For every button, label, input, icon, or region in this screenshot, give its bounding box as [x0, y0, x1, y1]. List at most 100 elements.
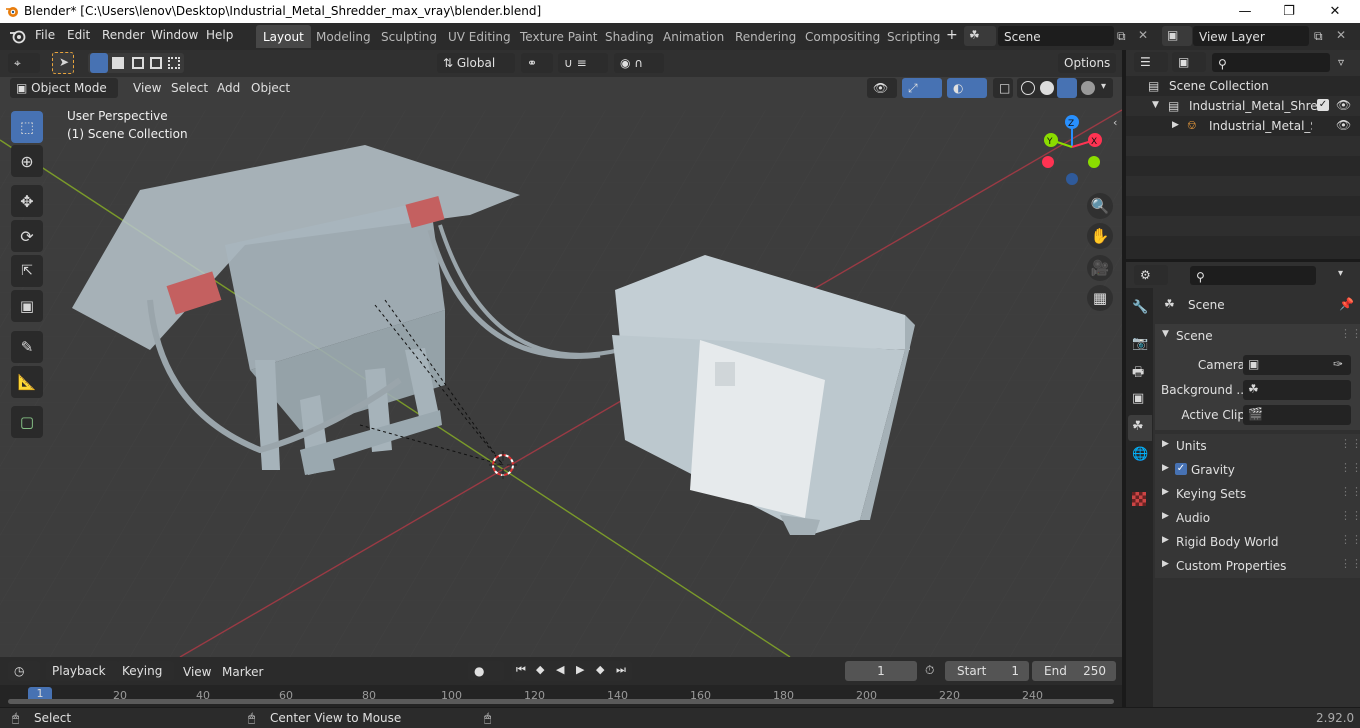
timeline-scrollbar[interactable]	[8, 699, 1114, 704]
drag-handle-icon[interactable]: ⋮⋮	[1340, 557, 1360, 570]
tool-measure[interactable]: 📐	[11, 366, 43, 398]
tab-animation[interactable]: Animation	[656, 25, 731, 48]
tab-compositing[interactable]: Compositing	[798, 25, 887, 48]
tab-modeling[interactable]: Modeling	[309, 25, 378, 48]
jump-end-icon[interactable]: ⏭	[616, 663, 626, 677]
tool-rotate[interactable]: ⟳	[11, 220, 43, 252]
eyedropper-icon[interactable]: ✑	[1333, 357, 1343, 371]
select-intersect-icon[interactable]	[168, 57, 180, 69]
duplicate-view-layer-icon[interactable]: ⧉	[1314, 29, 1323, 44]
navigation-gizmo[interactable]: Z X Y	[1030, 112, 1115, 190]
active-clip-field[interactable]: 🎬	[1243, 405, 1351, 425]
tool-move[interactable]: ✥	[11, 185, 43, 217]
3d-viewport[interactable]: ⌖ ➤ ⇅ Global ⚭ ∪ ≡ ◉ ∩ Options ▣ Object …	[0, 50, 1122, 657]
select-new-icon[interactable]	[90, 53, 108, 73]
tool-add-cube[interactable]: ▢	[11, 406, 43, 438]
drag-handle-icon[interactable]: ⋮⋮	[1340, 327, 1360, 340]
menu-window[interactable]: Window	[151, 28, 198, 42]
playback-dropdown[interactable]: Playback	[46, 661, 120, 681]
panel-audio[interactable]: ▶ Audio ⋮⋮	[1155, 506, 1360, 530]
transform-orientation-dropdown[interactable]: ⇅ Global	[437, 53, 515, 73]
solid-shading-icon[interactable]	[1040, 81, 1054, 95]
tool-scale[interactable]: ⇱	[11, 255, 43, 287]
properties-search-input[interactable]: ⚲	[1190, 266, 1316, 285]
panel-units[interactable]: ▶ Units ⋮⋮	[1155, 434, 1360, 458]
select-tool-button[interactable]: ➤	[52, 52, 74, 74]
select-extend-icon[interactable]	[112, 57, 124, 69]
tool-select-box[interactable]: ⬚	[11, 111, 43, 143]
timeline-editor-type-dropdown[interactable]: ◷	[8, 661, 40, 681]
tab-scripting[interactable]: Scripting	[880, 25, 947, 48]
jump-start-icon[interactable]: ⏮	[516, 663, 526, 677]
camera-view-button[interactable]: 🎥	[1087, 255, 1113, 281]
outliner-editor-type-dropdown[interactable]: ☰	[1134, 52, 1168, 72]
select-subtract-icon[interactable]	[132, 57, 144, 69]
collection-visibility-eye-icon[interactable]: 👁	[1336, 98, 1351, 112]
menu-view[interactable]: View	[133, 81, 161, 95]
menu-select[interactable]: Select	[171, 81, 208, 95]
xray-toggle[interactable]: □	[993, 78, 1013, 98]
shading-options-chevron-icon[interactable]: ▾	[1101, 81, 1106, 92]
expand-right-icon[interactable]: ▶	[1172, 120, 1179, 130]
scene-name-field[interactable]: Scene	[998, 26, 1114, 46]
menu-edit[interactable]: Edit	[67, 28, 90, 42]
menu-help[interactable]: Help	[206, 28, 233, 42]
render-tab-icon[interactable]: 📷	[1132, 336, 1148, 351]
prev-keyframe-icon[interactable]: ◆	[536, 663, 544, 676]
tool-settings-tab-icon[interactable]: 🔧	[1132, 300, 1148, 315]
outliner-search-input[interactable]: ⚲	[1212, 53, 1330, 72]
properties-options-chevron-icon[interactable]: ▾	[1338, 268, 1343, 279]
mode-dropdown[interactable]: ▣ Object Mode	[10, 78, 118, 98]
panel-keying-sets[interactable]: ▶ Keying Sets ⋮⋮	[1155, 482, 1360, 506]
menu-add[interactable]: Add	[217, 81, 240, 95]
properties-editor-type-dropdown[interactable]: ⚙	[1134, 265, 1168, 285]
outliner-row-collection[interactable]: ▼ ▤ Industrial_Metal_Shredde ✓ 👁	[1126, 96, 1360, 116]
proportional-editing-toggle[interactable]: ◉ ∩	[614, 53, 664, 73]
tab-sculpting[interactable]: Sculpting	[374, 25, 444, 48]
scene-tab-icon[interactable]: ☘	[1132, 419, 1144, 434]
editor-type-dropdown[interactable]: ⌖	[8, 53, 40, 73]
tool-annotate[interactable]: ✎	[11, 331, 43, 363]
background-scene-field[interactable]: ☘	[1243, 380, 1351, 400]
delete-view-layer-icon[interactable]: ✕	[1336, 28, 1346, 42]
filter-icon[interactable]: ▿	[1338, 55, 1344, 69]
maximize-button[interactable]: ❐	[1266, 0, 1312, 23]
material-preview-shading-icon[interactable]	[1057, 78, 1077, 98]
object-visibility-eye-icon[interactable]: 👁	[1336, 118, 1351, 132]
view-layer-tab-icon[interactable]: ▣	[1132, 391, 1144, 406]
rendered-shading-icon[interactable]	[1081, 81, 1095, 95]
stopwatch-icon[interactable]: ⏱	[925, 663, 934, 678]
texture-tab-icon[interactable]	[1132, 492, 1146, 506]
minimize-button[interactable]: —	[1222, 0, 1268, 23]
tab-layout[interactable]: Layout	[256, 25, 311, 48]
wireframe-shading-icon[interactable]	[1021, 81, 1035, 95]
auto-keying-toggle[interactable]: ●	[468, 661, 504, 681]
collection-checkbox[interactable]: ✓	[1317, 99, 1329, 111]
gravity-checkbox[interactable]: ✓	[1175, 463, 1187, 475]
play-reverse-icon[interactable]: ◀	[556, 663, 564, 676]
panel-custom-properties[interactable]: ▶ Custom Properties ⋮⋮	[1155, 554, 1360, 578]
scene-type-button[interactable]: ☘	[964, 26, 996, 46]
tab-rendering[interactable]: Rendering	[728, 25, 803, 48]
next-keyframe-icon[interactable]: ◆	[596, 663, 604, 676]
toggle-perspective-button[interactable]: ▦	[1087, 285, 1113, 311]
tab-texture-paint[interactable]: Texture Paint	[513, 25, 604, 48]
tool-transform[interactable]: ▣	[11, 290, 43, 322]
menu-object[interactable]: Object	[251, 81, 290, 95]
end-frame-field[interactable]: End 250	[1032, 661, 1116, 681]
scene-panel-header[interactable]: ▼ Scene ⋮⋮	[1155, 324, 1360, 348]
zoom-button[interactable]: 🔍	[1087, 193, 1113, 219]
drag-handle-icon[interactable]: ⋮⋮	[1340, 509, 1360, 522]
add-workspace-button[interactable]: +	[946, 27, 958, 43]
timeline-view-menu[interactable]: View	[183, 665, 211, 679]
drag-handle-icon[interactable]: ⋮⋮	[1340, 533, 1360, 546]
overlays-toggle[interactable]: ◐	[947, 78, 987, 98]
play-icon[interactable]: ▶	[576, 663, 584, 676]
start-frame-field[interactable]: Start 1	[945, 661, 1029, 681]
drag-handle-icon[interactable]: ⋮⋮	[1340, 437, 1360, 450]
sidebar-toggle-icon[interactable]: ‹	[1113, 116, 1117, 129]
pin-icon[interactable]: 📌	[1339, 297, 1354, 311]
panel-rigid-body-world[interactable]: ▶ Rigid Body World ⋮⋮	[1155, 530, 1360, 554]
tab-uv-editing[interactable]: UV Editing	[441, 25, 518, 48]
display-mode-dropdown[interactable]: ▣	[1172, 52, 1206, 72]
